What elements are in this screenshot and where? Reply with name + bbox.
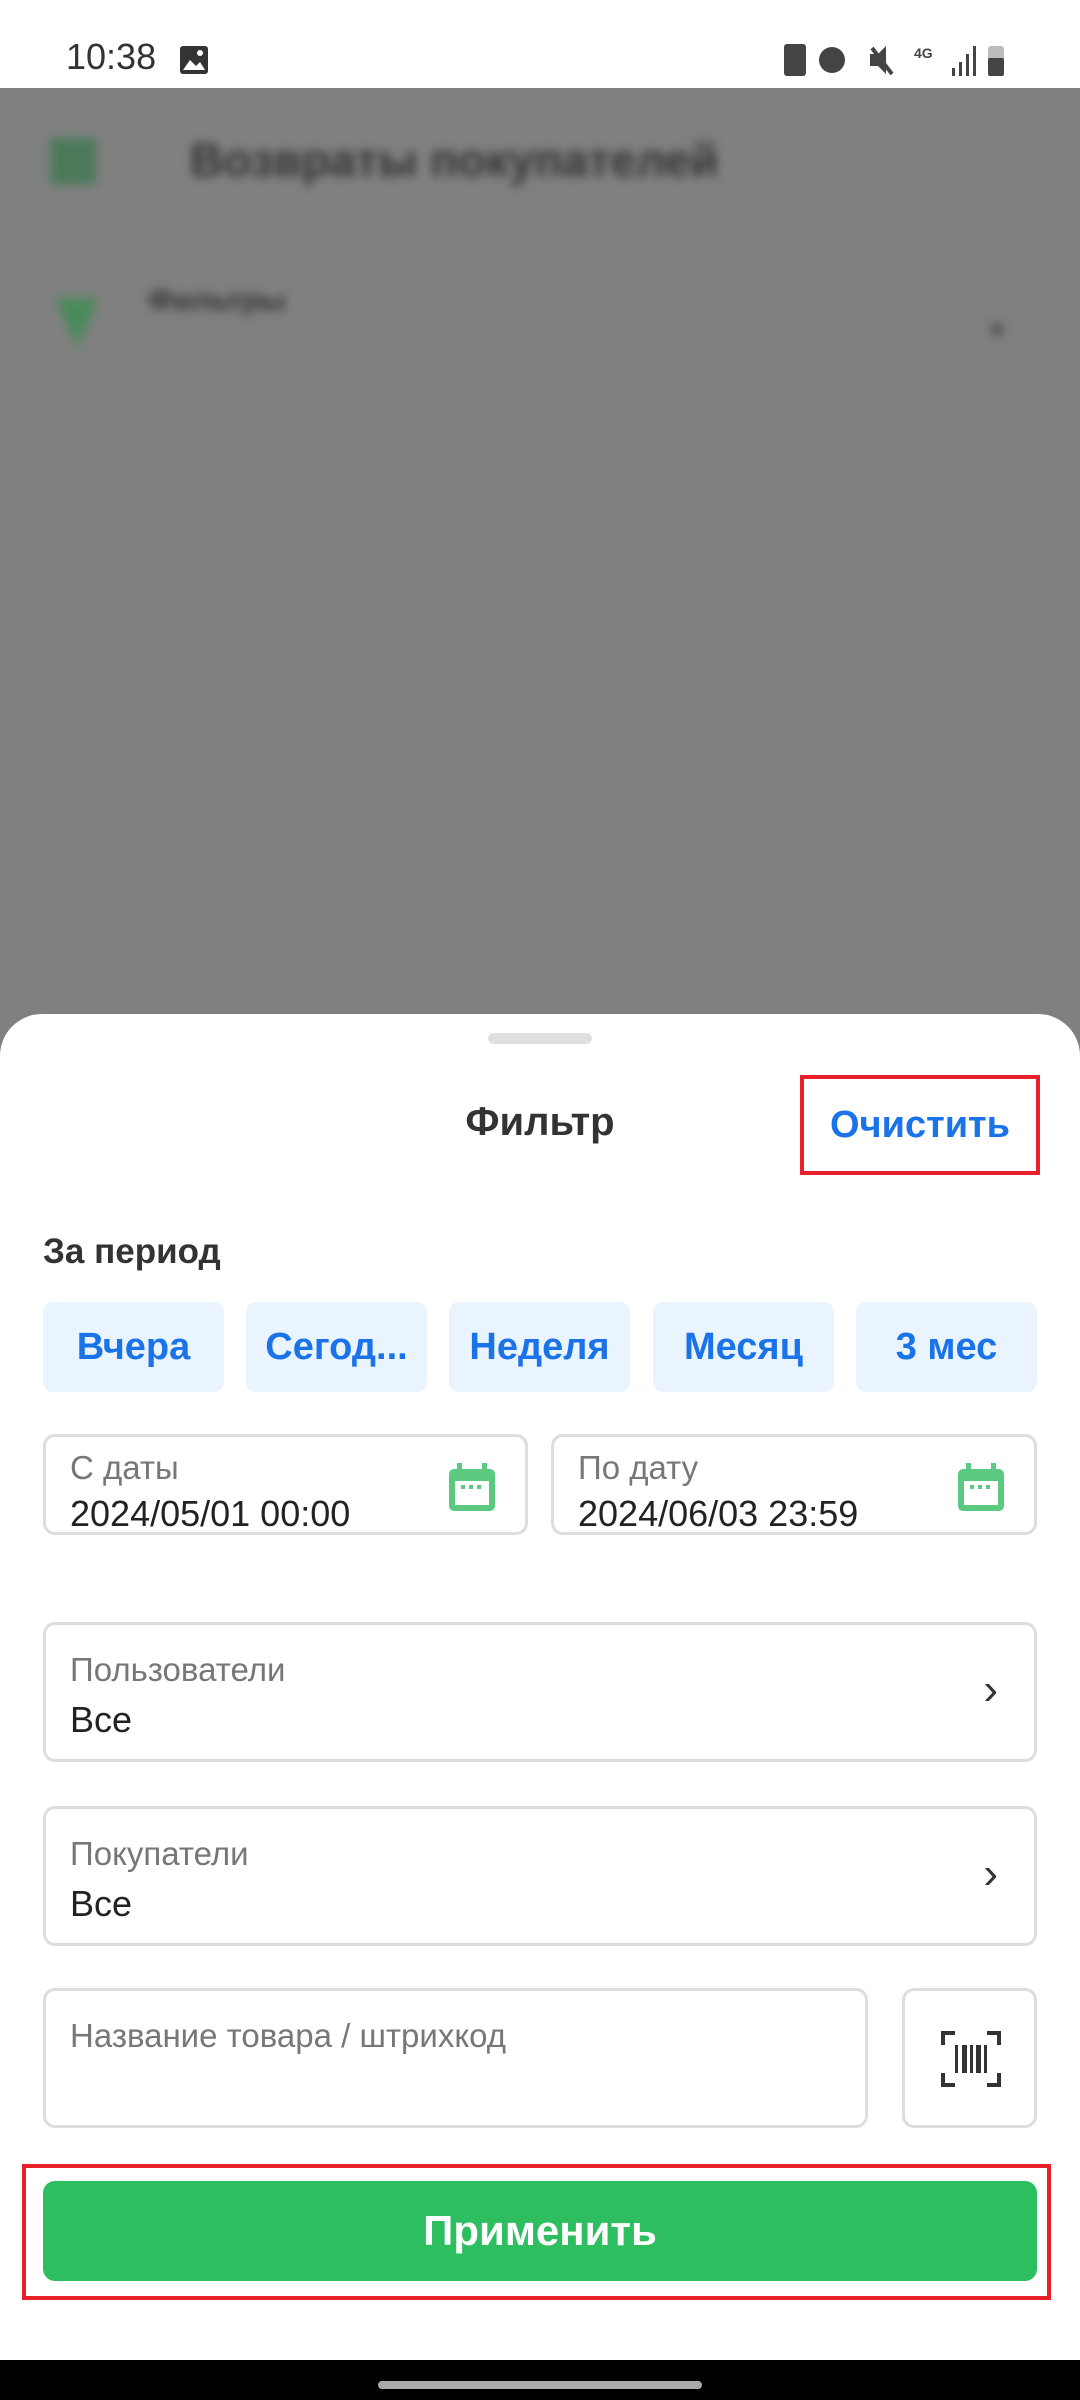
- period-label: За период: [43, 1232, 221, 1271]
- product-search-input[interactable]: Название товара / штрихкод: [43, 1988, 868, 2128]
- chevron-down-icon: ▾: [990, 314, 1005, 345]
- battery-saver-icon: [784, 44, 806, 76]
- background-title: Возвраты покупателей: [190, 134, 719, 186]
- filter-icon: [55, 298, 99, 348]
- chip-3-months[interactable]: 3 мес: [856, 1302, 1037, 1392]
- chevron-right-icon: ›: [983, 1849, 998, 1898]
- chip-week[interactable]: Неделя: [449, 1302, 630, 1392]
- status-bar: 10:38 4G: [0, 0, 1080, 88]
- to-date-field[interactable]: По дату 2024/06/03 23:59: [551, 1434, 1037, 1535]
- chevron-right-icon: ›: [983, 1665, 998, 1714]
- 4g-icon: 4G: [914, 45, 933, 61]
- barcode-scan-button[interactable]: [902, 1988, 1037, 2128]
- home-gesture-handle[interactable]: [378, 2381, 702, 2389]
- chip-today[interactable]: Сегод...: [246, 1302, 427, 1392]
- chip-yesterday[interactable]: Вчера: [43, 1302, 224, 1392]
- apply-button[interactable]: Применить: [43, 2181, 1037, 2281]
- from-date-value: 2024/05/01 00:00: [70, 1493, 351, 1534]
- gallery-icon: [180, 46, 208, 74]
- clear-button[interactable]: Очистить: [800, 1075, 1040, 1175]
- status-icons: 4G: [784, 44, 1004, 76]
- users-value: Все: [70, 1699, 133, 1740]
- calendar-icon[interactable]: [956, 1463, 1006, 1513]
- background-screen: Возвраты покупателей Фильтры ▾: [0, 88, 1080, 1018]
- status-time: 10:38: [66, 36, 157, 77]
- product-placeholder: Название товара / штрихкод: [70, 2017, 507, 2054]
- buyers-field[interactable]: Покупатели Все ›: [43, 1806, 1037, 1946]
- signal-icon: [952, 68, 955, 76]
- background-filters-label: Фильтры: [148, 284, 286, 317]
- buyers-value: Все: [70, 1883, 133, 1924]
- users-label: Пользователи: [70, 1651, 286, 1688]
- to-date-label: По дату: [578, 1449, 699, 1486]
- alarm-icon: [819, 47, 845, 73]
- users-field[interactable]: Пользователи Все ›: [43, 1622, 1037, 1762]
- navigation-bar: [0, 2360, 1080, 2400]
- buyers-label: Покупатели: [70, 1835, 249, 1872]
- barcode-icon: [941, 2031, 1001, 2087]
- from-date-label: С даты: [70, 1449, 179, 1486]
- drag-handle[interactable]: [488, 1033, 592, 1044]
- from-date-field[interactable]: С даты 2024/05/01 00:00: [43, 1434, 528, 1535]
- to-date-value: 2024/06/03 23:59: [578, 1493, 859, 1534]
- chip-month[interactable]: Месяц: [653, 1302, 834, 1392]
- menu-icon: [50, 138, 96, 184]
- calendar-icon[interactable]: [447, 1463, 497, 1513]
